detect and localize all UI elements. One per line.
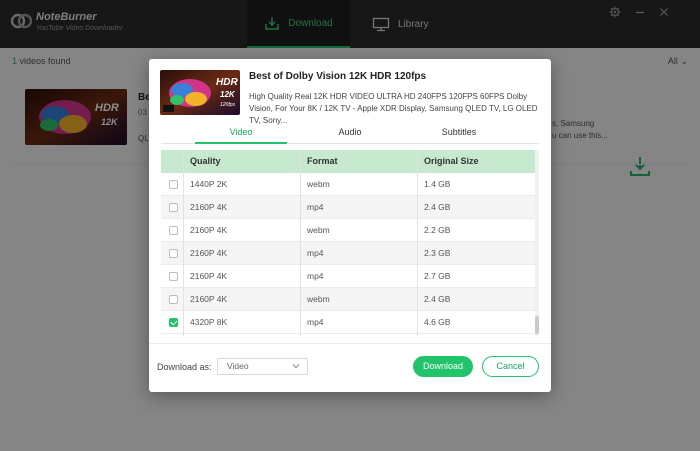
format-tabs: Video Audio Subtitles: [161, 122, 539, 144]
row-size: 2.2 GB: [424, 225, 451, 235]
row-size: 2.7 GB: [424, 271, 451, 281]
table-row[interactable]: 1440P 2K webm 1.4 GB: [161, 173, 535, 196]
column-format: Format: [307, 156, 338, 166]
tab-subtitles[interactable]: Subtitles: [413, 122, 505, 144]
row-format: webm: [307, 225, 330, 235]
cancel-button[interactable]: Cancel: [482, 356, 539, 377]
chevron-down-icon: [292, 364, 300, 369]
table-header: Quality Format Original Size: [161, 150, 535, 173]
row-checkbox[interactable]: [169, 295, 178, 304]
download-as-value: Video: [227, 361, 249, 371]
table-scrollbar-thumb[interactable]: [535, 316, 539, 334]
table-row[interactable]: 2160P 4K mp4 2.7 GB: [161, 265, 535, 288]
column-divider: [417, 150, 418, 336]
row-quality: 2160P 4K: [190, 271, 228, 281]
row-checkbox[interactable]: [169, 203, 178, 212]
row-quality: 1440P 2K: [190, 179, 228, 189]
download-as-select[interactable]: Video: [217, 358, 308, 375]
row-quality: 2160P 4K: [190, 248, 228, 258]
svg-text:12K: 12K: [220, 90, 236, 99]
dialog-footer-divider: [149, 343, 551, 344]
table-row[interactable]: 2160P 4K webm 2.4 GB: [161, 288, 535, 311]
row-size: 2.4 GB: [424, 294, 451, 304]
download-as-label: Download as:: [157, 362, 212, 372]
tab-video[interactable]: Video: [195, 122, 287, 144]
row-checkbox[interactable]: [169, 226, 178, 235]
row-quality: 2160P 4K: [190, 202, 228, 212]
column-quality: Quality: [190, 156, 221, 166]
download-settings-dialog: HDR 12K 120fps Best of Dolby Vision 12K …: [149, 59, 551, 392]
quality-table: Quality Format Original Size 1440P 2K we…: [161, 150, 539, 336]
row-checkbox[interactable]: [169, 249, 178, 258]
table-row[interactable]: 2160P 4K webm 2.2 GB: [161, 219, 535, 242]
row-checkbox-checked[interactable]: [169, 318, 178, 327]
row-size: 1.4 GB: [424, 179, 451, 189]
column-divider: [300, 150, 301, 336]
download-button[interactable]: Download: [413, 356, 473, 377]
table-row[interactable]: 2160P 4K mp4 2.4 GB: [161, 196, 535, 219]
row-format: mp4: [307, 248, 324, 258]
row-quality: 2160P 4K: [190, 225, 228, 235]
dialog-video-title: Best of Dolby Vision 12K HDR 120fps: [249, 71, 427, 82]
row-checkbox[interactable]: [169, 272, 178, 281]
row-checkbox[interactable]: [169, 180, 178, 189]
column-original-size: Original Size: [424, 156, 479, 166]
row-quality: 2160P 4K: [190, 294, 228, 304]
row-quality: 4320P 8K: [190, 317, 228, 327]
tab-audio[interactable]: Audio: [304, 122, 396, 144]
row-size: 4.6 GB: [424, 317, 451, 327]
table-scrollbar[interactable]: [535, 150, 539, 336]
row-size: 2.4 GB: [424, 202, 451, 212]
row-format: mp4: [307, 202, 324, 212]
svg-text:HDR: HDR: [216, 77, 238, 88]
svg-text:120fps: 120fps: [220, 102, 236, 108]
dialog-video-thumbnail: HDR 12K 120fps: [160, 70, 240, 115]
row-format: mp4: [307, 271, 324, 281]
column-divider: [183, 150, 184, 336]
table-row[interactable]: 4320P 8K mp4 4.6 GB: [161, 311, 535, 334]
row-format: mp4: [307, 317, 324, 327]
row-format: webm: [307, 294, 330, 304]
row-format: webm: [307, 179, 330, 189]
row-size: 2.3 GB: [424, 248, 451, 258]
table-row[interactable]: 2160P 4K mp4 2.3 GB: [161, 242, 535, 265]
